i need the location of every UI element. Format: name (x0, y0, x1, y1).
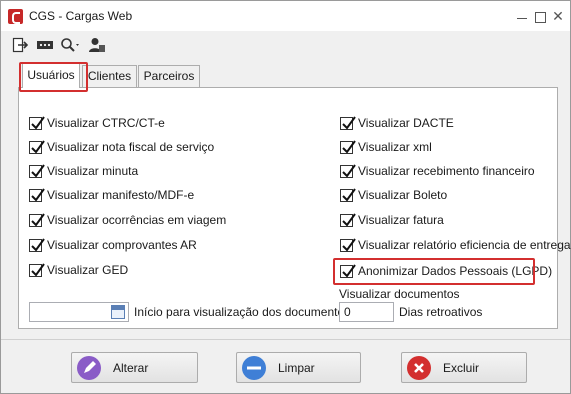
app-window: CGS - Cargas Web ✕ Usuários Clientes Par… (0, 0, 571, 394)
checkbox-box[interactable] (340, 237, 356, 252)
checkbox-label: Visualizar comprovantes AR (47, 238, 197, 252)
checkbox-visualizar-recebimento[interactable]: Visualizar recebimento financeiro (340, 163, 535, 179)
alterar-button[interactable]: Alterar (71, 352, 198, 383)
start-date-label: Início para visualização dos documentos (134, 305, 351, 319)
checkbox-box[interactable] (29, 139, 45, 154)
excluir-button[interactable]: Excluir (401, 352, 527, 383)
edit-icon (77, 355, 101, 380)
checkbox-box[interactable] (29, 187, 45, 202)
title-bar: CGS - Cargas Web ✕ (1, 1, 570, 31)
checkbox-label: Visualizar relatório eficiencia de entre… (358, 238, 571, 252)
checkbox-visualizar-ctrc[interactable]: Visualizar CTRC/CT-e (29, 115, 165, 131)
checkbox-box[interactable] (29, 163, 45, 178)
checkbox-visualizar-ocorrencias[interactable]: Visualizar ocorrências em viagem (29, 212, 226, 228)
checkbox-box[interactable] (340, 212, 356, 227)
checkbox-label: Visualizar nota fiscal de serviço (47, 140, 215, 154)
delete-icon (407, 355, 431, 380)
checkbox-visualizar-nota-fiscal[interactable]: Visualizar nota fiscal de serviço (29, 139, 214, 155)
checkbox-box[interactable] (29, 237, 45, 252)
minus-icon (242, 355, 266, 380)
checkbox-label: Visualizar fatura (358, 213, 444, 227)
window-title: CGS - Cargas Web (29, 9, 133, 23)
checkbox-label: Visualizar ocorrências em viagem (47, 213, 227, 227)
limpar-button[interactable]: Limpar (236, 352, 361, 383)
tab-clientes[interactable]: Clientes (82, 65, 137, 87)
close-button[interactable]: ✕ (549, 7, 567, 25)
checkbox-label: Visualizar xml (358, 140, 432, 154)
search-icon[interactable] (60, 37, 82, 53)
tab-usuarios[interactable]: Usuários (19, 62, 88, 92)
minimize-button[interactable] (513, 7, 531, 25)
app-logo-icon (8, 9, 23, 24)
limpar-label: Limpar (278, 360, 315, 375)
toolbar (1, 31, 570, 59)
checkbox-label: Visualizar minuta (47, 164, 139, 178)
retro-suffix: Dias retroativos (399, 305, 483, 319)
start-date-input[interactable] (29, 302, 129, 322)
alterar-label: Alterar (113, 360, 149, 375)
lgpd-highlight-frame (333, 258, 535, 285)
checkbox-visualizar-relatorio[interactable]: Visualizar relatório eficiencia de entre… (340, 237, 571, 253)
checkbox-visualizar-fatura[interactable]: Visualizar fatura (340, 212, 444, 228)
checkbox-box[interactable] (29, 115, 45, 130)
checkbox-visualizar-ged[interactable]: Visualizar GED (29, 262, 128, 278)
retro-caption: Visualizar documentos (339, 287, 460, 301)
checkbox-visualizar-boleto[interactable]: Visualizar Boleto (340, 187, 447, 203)
checkbox-box[interactable] (340, 115, 356, 130)
checkbox-label: Visualizar recebimento financeiro (358, 164, 535, 178)
checkbox-label: Visualizar CTRC/CT-e (47, 116, 165, 130)
retro-days-input[interactable]: 0 (339, 302, 394, 322)
checkbox-visualizar-manifesto[interactable]: Visualizar manifesto/MDF-e (29, 187, 194, 203)
checkbox-label: Visualizar DACTE (358, 116, 454, 130)
maximize-button[interactable] (531, 7, 549, 25)
checkbox-box[interactable] (29, 262, 45, 277)
checkbox-label: Visualizar manifesto/MDF-e (47, 188, 195, 202)
checkbox-label: Visualizar Boleto (358, 188, 448, 202)
checkbox-box[interactable] (340, 163, 356, 178)
exit-icon[interactable] (12, 37, 28, 53)
checkbox-box[interactable] (29, 212, 45, 227)
user-icon[interactable] (88, 37, 106, 53)
excluir-label: Excluir (443, 360, 480, 375)
checkbox-visualizar-xml[interactable]: Visualizar xml (340, 139, 432, 155)
checkbox-visualizar-comprovantes[interactable]: Visualizar comprovantes AR (29, 237, 197, 253)
checkbox-box[interactable] (340, 139, 356, 154)
checkbox-box[interactable] (340, 187, 356, 202)
checkbox-label: Visualizar GED (47, 263, 129, 277)
tab-parceiros[interactable]: Parceiros (138, 65, 200, 87)
password-icon[interactable] (36, 37, 54, 53)
checkbox-visualizar-dacte[interactable]: Visualizar DACTE (340, 115, 454, 131)
checkbox-visualizar-minuta[interactable]: Visualizar minuta (29, 163, 138, 179)
calendar-icon[interactable] (111, 305, 125, 319)
